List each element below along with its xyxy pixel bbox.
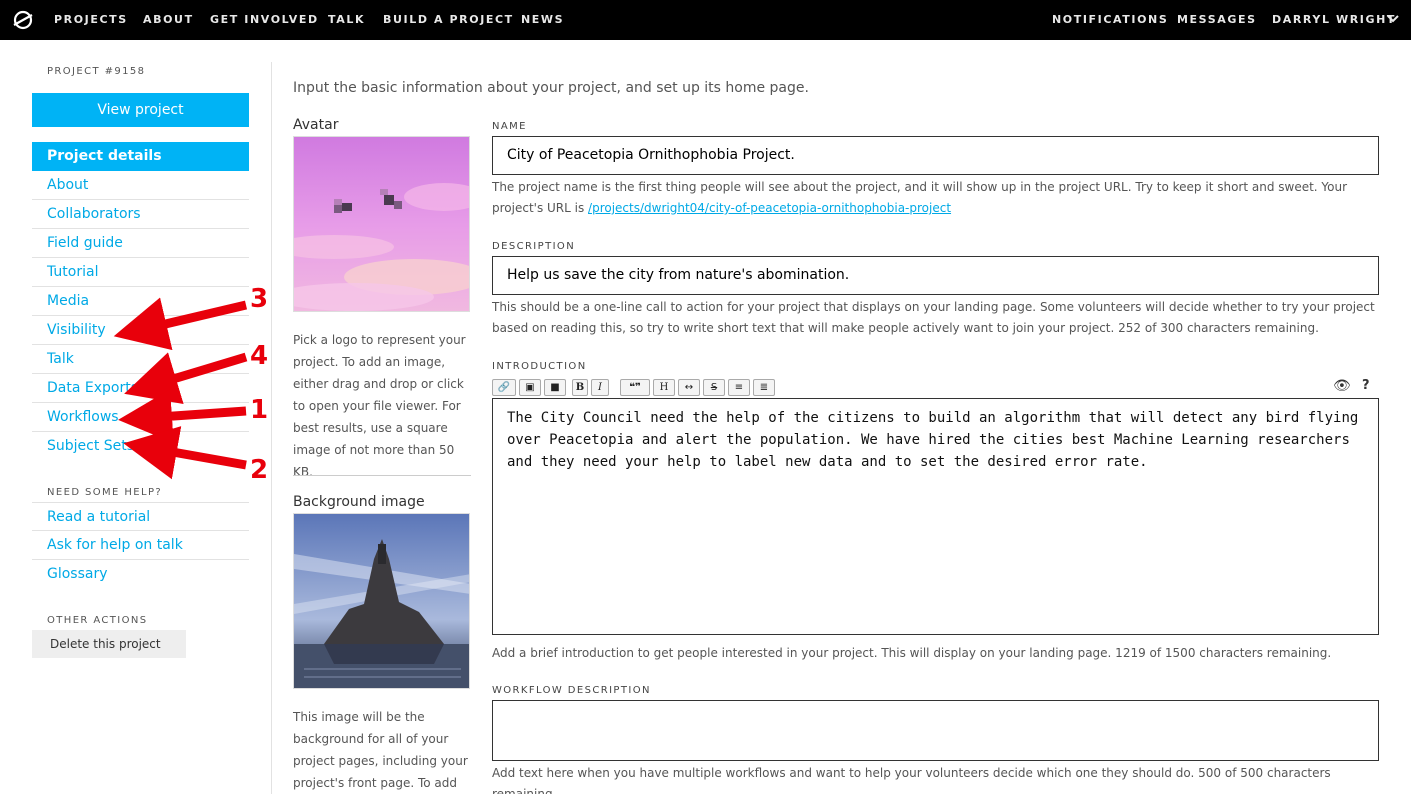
- sidebar-item-talk[interactable]: Talk: [32, 345, 249, 374]
- annotation-number-4: 4: [250, 341, 269, 371]
- sidebar-item-tutorial[interactable]: Tutorial: [32, 258, 249, 287]
- description-help: This should be a one-line call to action…: [492, 300, 1375, 335]
- sidebar-item-about[interactable]: About: [32, 171, 249, 200]
- quote-icon[interactable]: ❝❞: [620, 379, 650, 396]
- description-label: DESCRIPTION: [492, 241, 576, 252]
- sidebar-item-visibility[interactable]: Visibility: [32, 316, 249, 345]
- numbered-list-icon[interactable]: ≣: [753, 379, 775, 396]
- nav-notifications[interactable]: NOTIFICATIONS: [1052, 13, 1168, 26]
- sidebar-item-media[interactable]: Media: [32, 287, 249, 316]
- nav-build-a-project[interactable]: BUILD A PROJECT: [383, 13, 514, 26]
- horizontal-rule-icon[interactable]: ↔: [678, 379, 700, 396]
- workflow-description-label: WORKFLOW DESCRIPTION: [492, 685, 651, 696]
- nav-news[interactable]: NEWS: [521, 13, 564, 26]
- view-project-button[interactable]: View project: [32, 93, 249, 127]
- background-image[interactable]: [293, 513, 470, 689]
- sidebar-item-read-a-tutorial[interactable]: Read a tutorial: [32, 502, 249, 531]
- help-heading: NEED SOME HELP?: [47, 487, 163, 498]
- project-url-link[interactable]: /projects/dwright04/city-of-peacetopia-o…: [588, 201, 951, 215]
- sidebar-item-project-details[interactable]: Project details: [32, 142, 249, 171]
- heading-icon[interactable]: H: [653, 379, 675, 396]
- user-menu[interactable]: DARRYL WRIGHT: [1272, 13, 1396, 26]
- avatar-picture: [294, 137, 469, 311]
- nav-talk[interactable]: TALK: [328, 13, 365, 26]
- annotation-number-2: 2: [250, 455, 269, 485]
- introduction-label: INTRODUCTION: [492, 361, 587, 372]
- project-number: PROJECT #9158: [47, 66, 146, 77]
- sidebar-item-collaborators[interactable]: Collaborators: [32, 200, 249, 229]
- bullet-list-icon[interactable]: ≡: [728, 379, 750, 396]
- workflow-description-help: Add text here when you have multiple wor…: [492, 766, 1331, 794]
- image-icon[interactable]: ▣: [519, 379, 541, 396]
- name-label: NAME: [492, 121, 527, 132]
- avatar-image[interactable]: [293, 136, 470, 312]
- sidebar-item-subject-sets[interactable]: Subject Sets: [32, 432, 249, 461]
- description-input[interactable]: Help us save the city from nature's abom…: [492, 256, 1379, 295]
- sidebar-item-workflows[interactable]: Workflows: [32, 403, 249, 432]
- sidebar-item-glossary[interactable]: Glossary: [32, 560, 249, 589]
- page-intro: Input the basic information about your p…: [293, 80, 809, 96]
- bold-icon[interactable]: B: [572, 379, 588, 396]
- introduction-help: Add a brief introduction to get people i…: [492, 646, 1332, 660]
- italic-icon[interactable]: I: [591, 379, 609, 396]
- strikethrough-icon[interactable]: S: [703, 379, 725, 396]
- workflow-description-textarea[interactable]: [492, 700, 1379, 761]
- nav-projects[interactable]: PROJECTS: [54, 13, 128, 26]
- avatar-label: Avatar: [293, 117, 339, 133]
- sidebar-divider: [271, 62, 272, 794]
- video-icon[interactable]: ■: [544, 379, 566, 396]
- annotation-number-1: 1: [250, 395, 269, 425]
- nav-get-involved[interactable]: GET INVOLVED: [210, 13, 319, 26]
- zooniverse-logo-icon[interactable]: [12, 9, 34, 31]
- delete-project-button[interactable]: Delete this project: [32, 630, 186, 658]
- top-nav: PROJECTS ABOUT GET INVOLVED TALK BUILD A…: [0, 0, 1411, 40]
- nav-messages[interactable]: MESSAGES: [1177, 13, 1257, 26]
- other-actions-heading: OTHER ACTIONS: [47, 615, 148, 626]
- chevron-down-icon[interactable]: [1387, 14, 1399, 24]
- sidebar-item-field-guide[interactable]: Field guide: [32, 229, 249, 258]
- link-icon[interactable]: 🔗: [492, 379, 516, 396]
- nav-about[interactable]: ABOUT: [143, 13, 194, 26]
- preview-eye-icon[interactable]: 👁: [1333, 378, 1351, 394]
- name-help: The project name is the first thing peop…: [492, 177, 1382, 219]
- background-picture: [294, 514, 469, 688]
- annotation-number-3: 3: [250, 284, 269, 314]
- background-image-help: This image will be the background for al…: [293, 710, 468, 790]
- name-input[interactable]: City of Peacetopia Ornithophobia Project…: [492, 136, 1379, 175]
- introduction-textarea[interactable]: The City Council need the help of the ci…: [492, 398, 1379, 635]
- column-divider: [293, 475, 471, 476]
- markdown-help-icon[interactable]: ?: [1362, 378, 1370, 393]
- avatar-help: Pick a logo to represent your project. T…: [293, 333, 466, 479]
- background-image-label: Background image: [293, 494, 425, 510]
- sidebar-item-data-exports[interactable]: Data Exports: [32, 374, 249, 403]
- sidebar-item-ask-for-help[interactable]: Ask for help on talk: [32, 531, 249, 560]
